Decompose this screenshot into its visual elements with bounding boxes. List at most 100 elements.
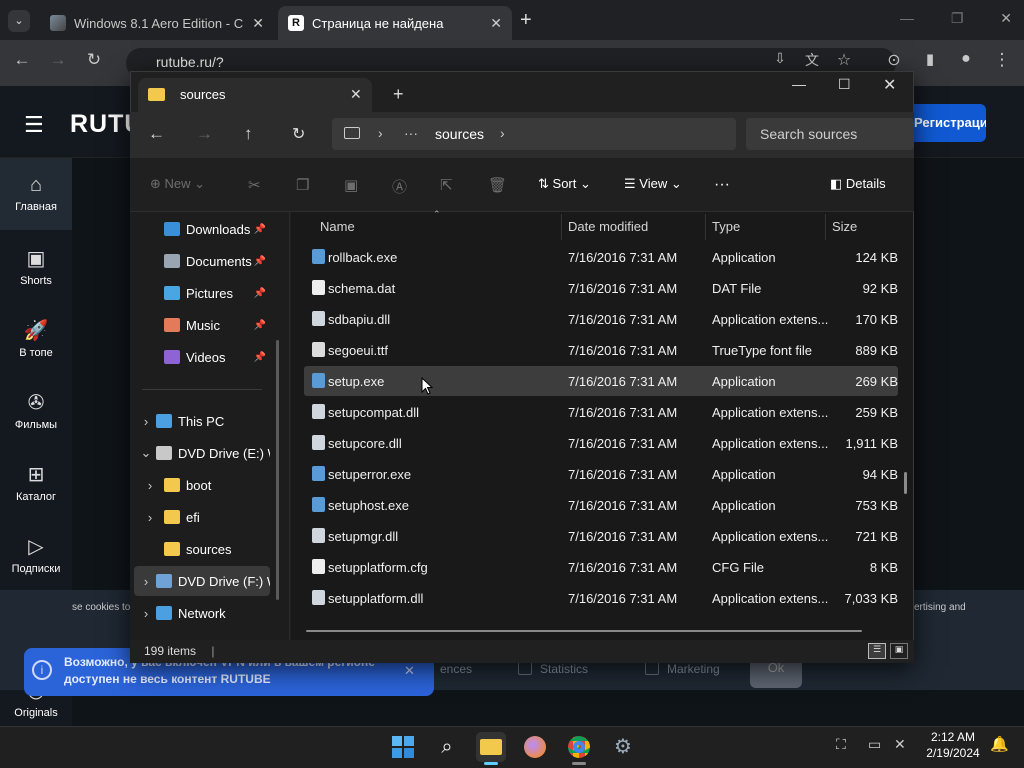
- hamburger-menu-icon[interactable]: ☰: [24, 112, 44, 138]
- restore-icon[interactable]: ❐: [951, 10, 964, 27]
- details-view-icon[interactable]: ☰: [868, 643, 886, 659]
- chevron-right-icon[interactable]: ›: [138, 574, 154, 589]
- nav-item-boot[interactable]: › boot: [134, 470, 270, 500]
- search-taskbar-icon[interactable]: ⌕: [432, 732, 462, 762]
- more-options-button[interactable]: ···: [714, 176, 730, 194]
- sidebar-item-1[interactable]: ▣ Shorts: [0, 246, 72, 287]
- sidebar-item-4[interactable]: ⊞ Каталог: [0, 462, 72, 503]
- profile-icon[interactable]: ●: [954, 50, 978, 68]
- file-row[interactable]: setupcore.dll 7/16/2016 7:31 AM Applicatio…: [304, 428, 898, 458]
- explorer-minimize-icon[interactable]: —: [792, 76, 806, 92]
- copy-icon[interactable]: ❐: [296, 176, 309, 194]
- search-input[interactable]: Search sources: [746, 118, 914, 150]
- sidebar-item-2[interactable]: 🚀 В топе: [0, 318, 72, 359]
- forward-icon[interactable]: →: [46, 50, 70, 70]
- network-tray-icon[interactable]: ⛶: [836, 736, 846, 753]
- file-row[interactable]: segoeui.ttf 7/16/2016 7:31 AM TrueType fon…: [304, 335, 898, 365]
- column-date-modified[interactable]: Date modified: [568, 219, 648, 234]
- browser-tab-rutube[interactable]: R Страница не найдена ✕: [278, 6, 512, 40]
- cookie-option-preferences[interactable]: ences: [440, 662, 472, 676]
- file-row[interactable]: setupplatform.dll 7/16/2016 7:31 AM Applic…: [304, 583, 898, 613]
- chevron-right-icon[interactable]: ›: [138, 606, 154, 621]
- marketing-checkbox[interactable]: [645, 661, 659, 675]
- tiles-view-icon[interactable]: ▣: [890, 643, 908, 659]
- bookmark-star-icon[interactable]: ☆: [832, 50, 856, 70]
- nav-item-dvd[interactable]: › DVD Drive (F:) W: [134, 566, 270, 596]
- reload-icon[interactable]: ↻: [82, 50, 106, 70]
- rename-icon[interactable]: Ⓐ: [392, 176, 407, 197]
- details-button[interactable]: ◧ Details: [830, 176, 886, 192]
- chevron-right-icon[interactable]: ›: [142, 510, 158, 525]
- nav-item-documents[interactable]: Documents 📌: [134, 246, 270, 276]
- statistics-checkbox[interactable]: [518, 661, 532, 675]
- downloads-icon[interactable]: ⊙: [882, 50, 906, 70]
- file-row[interactable]: setupplatform.cfg 7/16/2016 7:31 AM CFG Fi…: [304, 552, 898, 582]
- nav-item-downloads[interactable]: Downloads 📌: [134, 214, 270, 244]
- chevron-right-icon[interactable]: ›: [142, 478, 158, 493]
- sidebar-item-5[interactable]: ▷ Подписки: [0, 534, 72, 575]
- nav-item-sources[interactable]: sources: [134, 534, 270, 564]
- nav-item-network[interactable]: › Network: [134, 598, 270, 628]
- cut-icon[interactable]: ✂: [248, 176, 261, 194]
- close-icon[interactable]: ✕: [1000, 10, 1012, 27]
- explorer-tab-sources[interactable]: sources ✕: [138, 78, 372, 112]
- explorer-maximize-icon[interactable]: ☐: [838, 76, 851, 93]
- explorer-forward-icon[interactable]: →: [196, 124, 213, 144]
- firefox-taskbar-icon[interactable]: [520, 732, 550, 762]
- view-button[interactable]: ☰ View ⌄: [624, 176, 682, 192]
- nav-scrollbar[interactable]: [276, 340, 279, 600]
- paste-icon[interactable]: ▣: [344, 176, 358, 194]
- file-row[interactable]: setupmgr.dll 7/16/2016 7:31 AM Application…: [304, 521, 898, 551]
- side-panel-icon[interactable]: ▮: [918, 50, 942, 68]
- file-row[interactable]: setuphost.exe 7/16/2016 7:31 AM Applicatio…: [304, 490, 898, 520]
- chevron-down-icon[interactable]: ⌄: [138, 445, 154, 461]
- settings-taskbar-icon[interactable]: ⚙: [608, 732, 638, 762]
- display-tray-icon[interactable]: ▭: [868, 736, 881, 753]
- new-button[interactable]: ⊕ New ⌄: [150, 176, 205, 192]
- column-divider[interactable]: [705, 214, 706, 240]
- menu-icon[interactable]: ⋮: [990, 50, 1014, 70]
- nav-item-dvd[interactable]: ⌄ DVD Drive (E:) W: [134, 438, 270, 468]
- breadcrumb[interactable]: › ··· sources ›: [332, 118, 736, 150]
- minimize-icon[interactable]: —: [900, 10, 914, 27]
- sidebar-item-3[interactable]: ✇ Фильмы: [0, 390, 72, 431]
- nav-item-pictures[interactable]: Pictures 📌: [134, 278, 270, 308]
- tab-close-icon[interactable]: ✕: [252, 15, 264, 32]
- column-name[interactable]: Name: [320, 219, 355, 234]
- file-row[interactable]: setup.exe 7/16/2016 7:31 AM Application 269…: [304, 366, 898, 396]
- chrome-taskbar-icon[interactable]: [564, 732, 594, 762]
- explorer-up-icon[interactable]: ↑: [244, 124, 253, 144]
- translate-icon[interactable]: 文: [800, 50, 824, 70]
- file-row[interactable]: schema.dat 7/16/2016 7:31 AM DAT File 92 KB: [304, 273, 898, 303]
- explorer-tab-close-icon[interactable]: ✕: [350, 86, 362, 103]
- file-row[interactable]: sdbapiu.dll 7/16/2016 7:31 AM Application …: [304, 304, 898, 334]
- breadcrumb-more[interactable]: ···: [404, 125, 418, 141]
- nav-item-efi[interactable]: › efi: [134, 502, 270, 532]
- tab-close-icon[interactable]: ✕: [490, 15, 502, 32]
- explorer-back-icon[interactable]: ←: [148, 124, 165, 144]
- rutube-logo[interactable]: RUTUBE: [70, 110, 132, 139]
- chevron-right-icon[interactable]: ›: [138, 414, 154, 429]
- column-size[interactable]: Size: [832, 219, 857, 234]
- install-app-icon[interactable]: ⇩: [768, 50, 792, 67]
- file-explorer-taskbar-icon[interactable]: [476, 732, 506, 762]
- sort-button[interactable]: ⇅ Sort ⌄: [538, 176, 591, 192]
- nav-item-music[interactable]: Music 📌: [134, 310, 270, 340]
- new-tab-button[interactable]: +: [520, 9, 532, 32]
- explorer-new-tab-icon[interactable]: +: [393, 84, 404, 105]
- browser-tab-windows[interactable]: Windows 8.1 Aero Edition - Cru ✕: [40, 6, 274, 40]
- share-icon[interactable]: ⇱: [440, 176, 453, 194]
- file-row[interactable]: setupcompat.dll 7/16/2016 7:31 AM Applicat…: [304, 397, 898, 427]
- back-icon[interactable]: ←: [10, 50, 34, 70]
- explorer-refresh-icon[interactable]: ↻: [292, 124, 305, 144]
- nav-item-videos[interactable]: Videos 📌: [134, 342, 270, 372]
- explorer-close-icon[interactable]: ✕: [883, 75, 896, 95]
- file-row[interactable]: setuperror.exe 7/16/2016 7:31 AM Applicati…: [304, 459, 898, 489]
- file-list-scrollbar[interactable]: [904, 472, 907, 494]
- column-divider[interactable]: [561, 214, 562, 240]
- tab-search-button[interactable]: ⌄: [8, 10, 30, 32]
- nav-item-this[interactable]: › This PC: [134, 406, 270, 436]
- volume-muted-icon[interactable]: ✕: [894, 736, 906, 753]
- notifications-icon[interactable]: 🔔: [990, 735, 1009, 753]
- delete-icon[interactable]: 🗑: [488, 176, 507, 194]
